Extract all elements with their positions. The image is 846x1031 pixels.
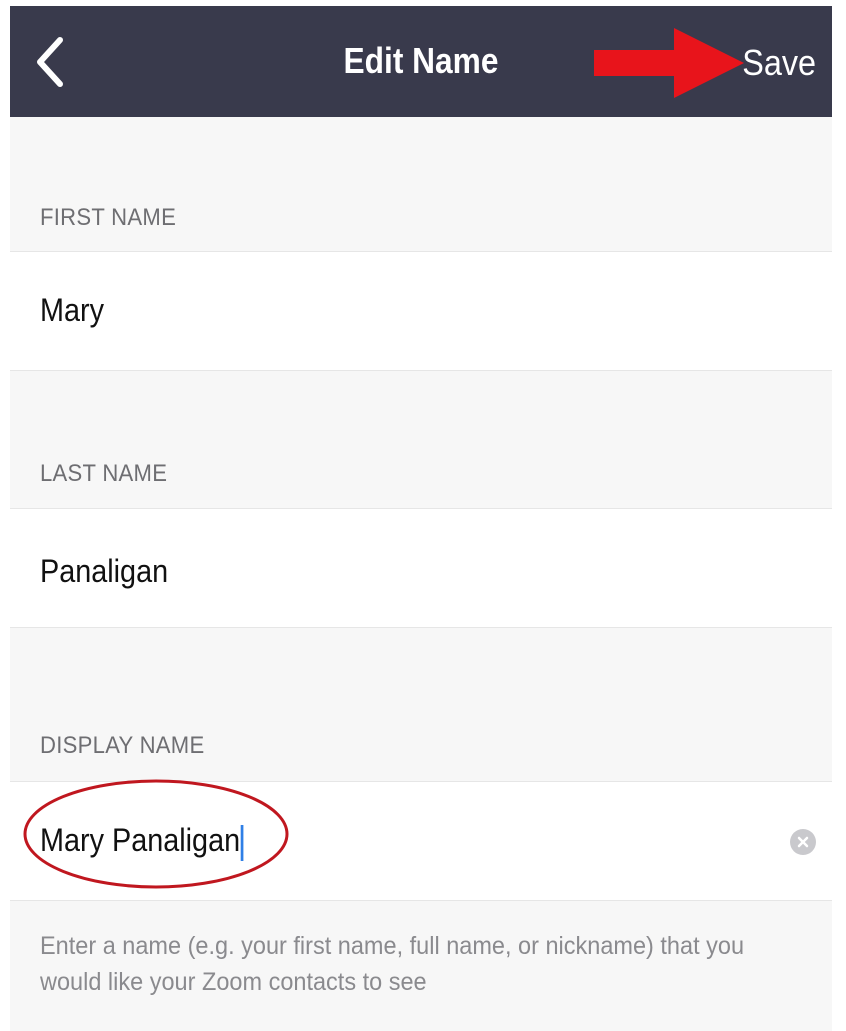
display-name-value: Mary Panaligan: [40, 822, 241, 858]
navigation-bar: Edit Name Save: [10, 6, 832, 117]
last-name-value[interactable]: Panaligan: [40, 553, 168, 590]
first-name-field[interactable]: Mary: [10, 251, 832, 371]
clear-icon: [797, 836, 809, 848]
display-name-label: DISPLAY NAME: [40, 732, 205, 759]
text-cursor: [241, 824, 244, 861]
edit-name-screen: Edit Name Save FIRST NAME Mary LAST NAME…: [10, 6, 832, 1031]
display-name-field[interactable]: Mary Panaligan: [10, 781, 832, 901]
save-button[interactable]: Save: [742, 42, 816, 84]
red-arrow-annotation: [594, 28, 744, 98]
first-name-value[interactable]: Mary: [40, 292, 104, 329]
clear-button[interactable]: [790, 829, 816, 855]
display-name-input[interactable]: Mary Panaligan: [40, 822, 244, 861]
last-name-field[interactable]: Panaligan: [10, 508, 832, 628]
last-name-label: LAST NAME: [40, 460, 168, 487]
display-name-hint: Enter a name (e.g. your first name, full…: [40, 932, 745, 996]
first-name-label: FIRST NAME: [40, 204, 177, 231]
